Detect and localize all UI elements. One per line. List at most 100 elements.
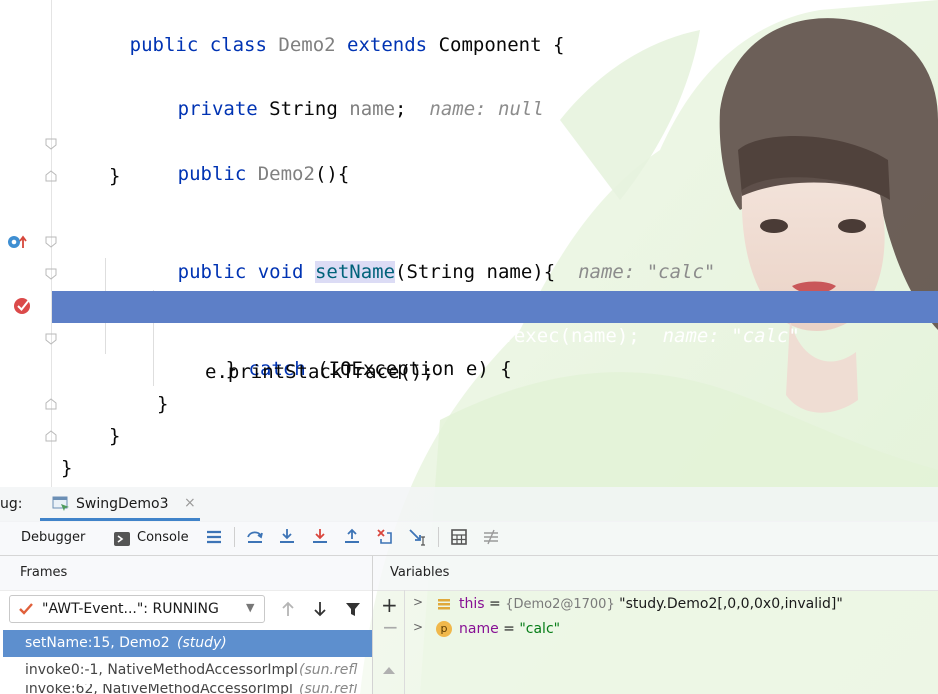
variable-row[interactable]: > p name = "calc" <box>405 617 935 642</box>
method-breakpoint-icon[interactable] <box>6 234 28 250</box>
fold-icon[interactable] <box>44 235 58 249</box>
variable-row[interactable]: > this = {Demo2@1700} "study.Demo2[,0,0,… <box>405 592 935 617</box>
variables-side-toolbar: + − <box>373 590 405 694</box>
variables-pane: + − > this = {Demo2@1700} "study.Demo2[,… <box>373 590 938 694</box>
step-out-icon[interactable] <box>342 527 362 547</box>
close-icon[interactable]: × <box>184 495 196 511</box>
frame-package: (sun.refl <box>299 684 358 694</box>
thread-selector[interactable]: "AWT-Event...": RUNNING ▼ <box>9 595 265 623</box>
debug-tool-window: ug: SwingDemo3 × Debugger Console Frames… <box>0 487 938 694</box>
frames-header: Frames <box>0 556 372 591</box>
debugger-toolbar: Debugger Console <box>0 521 938 556</box>
debug-tab-bar: ug: SwingDemo3 × <box>0 487 938 522</box>
code-line[interactable]: private String name; name: null <box>0 64 938 120</box>
brace: } <box>109 165 121 187</box>
keyword: public <box>129 34 199 56</box>
thread-selector-value: "AWT-Event...": RUNNING <box>42 601 219 617</box>
session-tab[interactable]: SwingDemo3 × <box>40 487 200 521</box>
code-line[interactable]: } <box>0 161 938 193</box>
keyword: private <box>177 98 258 120</box>
code-line[interactable]: public Demo2(){ <box>0 129 938 185</box>
keyword: class <box>209 34 267 56</box>
fold-end-icon[interactable] <box>44 429 58 443</box>
frame-item[interactable]: setName:15, Demo2 (study) <box>3 630 372 657</box>
object-icon <box>438 599 450 610</box>
frame-package: (sun.refl <box>299 662 358 678</box>
chevron-down-icon: ▼ <box>246 601 255 614</box>
field-name: name <box>349 98 396 120</box>
code-line[interactable]: e.printStackTrace(); <box>0 357 938 389</box>
variables-header: Variables <box>373 556 938 591</box>
frame-item[interactable]: invoke:62, NativeMethodAccessorImpl (sun… <box>3 684 372 694</box>
run-to-cursor-icon[interactable] <box>407 527 427 547</box>
code-editor[interactable]: public class Demo2 extends Component { p… <box>0 0 938 487</box>
frame-item[interactable]: invoke0:-1, NativeMethodAccessorImpl (su… <box>3 658 372 684</box>
application-icon <box>52 496 69 511</box>
variable-value: "study.Demo2[,0,0,0x0,invalid]" <box>619 596 843 612</box>
frame-method: invoke:62, NativeMethodAccessorImpl <box>25 684 293 694</box>
code-line[interactable]: public void setName(String name){ name: … <box>0 227 938 283</box>
variable-text: name = "calc" <box>459 621 560 637</box>
parent-class: Component <box>438 34 542 56</box>
code-line[interactable]: } <box>0 453 938 485</box>
step-into-icon[interactable] <box>277 527 297 547</box>
frame-method: setName:15, Demo2 <box>25 635 170 651</box>
frames-pane: "AWT-Event...": RUNNING ▼ setName:15, De… <box>0 590 372 694</box>
toolbar-separator <box>438 527 439 547</box>
fold-end-icon[interactable] <box>44 169 58 183</box>
drop-frame-icon[interactable] <box>375 527 395 547</box>
variable-equals: = <box>498 621 520 637</box>
variable-equals: = <box>484 596 506 612</box>
variable-value: "calc" <box>519 621 561 637</box>
trace-icon[interactable] <box>481 527 501 547</box>
tab-console[interactable]: Console <box>137 530 189 545</box>
force-step-into-icon[interactable] <box>310 527 330 547</box>
frames-header-label: Frames <box>20 565 68 580</box>
next-frame-icon[interactable] <box>311 600 329 618</box>
brace: } <box>157 393 169 415</box>
variable-name: this <box>459 596 485 612</box>
chevron-right-icon[interactable]: > <box>413 620 423 634</box>
parameter-badge-icon: p <box>436 621 452 637</box>
step-over-icon[interactable] <box>245 527 265 547</box>
session-tab-label: SwingDemo3 <box>76 496 169 512</box>
filter-icon[interactable] <box>344 600 362 618</box>
move-up-icon[interactable] <box>382 665 396 675</box>
previous-frame-icon[interactable] <box>279 600 297 618</box>
debug-label: ug: <box>0 496 23 512</box>
class-name: Demo2 <box>278 34 336 56</box>
fold-icon[interactable] <box>44 332 58 346</box>
variable-text: this = {Demo2@1700} "study.Demo2[,0,0,0x… <box>459 596 843 612</box>
frame-method: invoke0:-1, NativeMethodAccessorImpl <box>25 662 298 678</box>
console-icon <box>114 532 130 546</box>
code-fragment: e.printStackTrace(); <box>205 361 434 383</box>
fold-end-icon[interactable] <box>44 397 58 411</box>
current-execution-line[interactable]: Runtime.getRuntime().exec(name); name: "… <box>52 291 938 347</box>
inline-value-hint: name: null <box>429 98 544 120</box>
chevron-right-icon[interactable]: > <box>413 595 423 609</box>
code-line[interactable]: public class Demo2 extends Component { <box>0 0 938 56</box>
fold-icon[interactable] <box>44 137 58 151</box>
add-watch-icon[interactable]: + <box>381 594 398 616</box>
variables-header-label: Variables <box>390 565 450 580</box>
code-line[interactable]: } catch (IOException e) { <box>0 324 938 380</box>
variable-name: name <box>459 621 499 637</box>
check-icon <box>19 603 33 615</box>
type-name: String <box>269 98 338 120</box>
tab-debugger[interactable]: Debugger <box>21 530 85 545</box>
code-line[interactable]: try { <box>0 259 938 315</box>
evaluate-expression-icon[interactable] <box>449 527 469 547</box>
brace: } <box>109 425 121 447</box>
code-line[interactable]: } <box>0 389 938 421</box>
keyword: extends <box>347 34 428 56</box>
toolbar-separator <box>234 527 235 547</box>
brace: } <box>61 457 73 479</box>
remove-watch-icon[interactable]: − <box>382 616 399 638</box>
frame-package: (study) <box>177 635 227 651</box>
brace: { <box>552 34 565 56</box>
breakpoint-icon[interactable] <box>12 295 34 317</box>
menu-icon[interactable] <box>204 527 224 547</box>
fold-icon[interactable] <box>44 267 58 281</box>
code-line[interactable]: } <box>0 421 938 453</box>
semicolon: ; <box>395 98 407 120</box>
